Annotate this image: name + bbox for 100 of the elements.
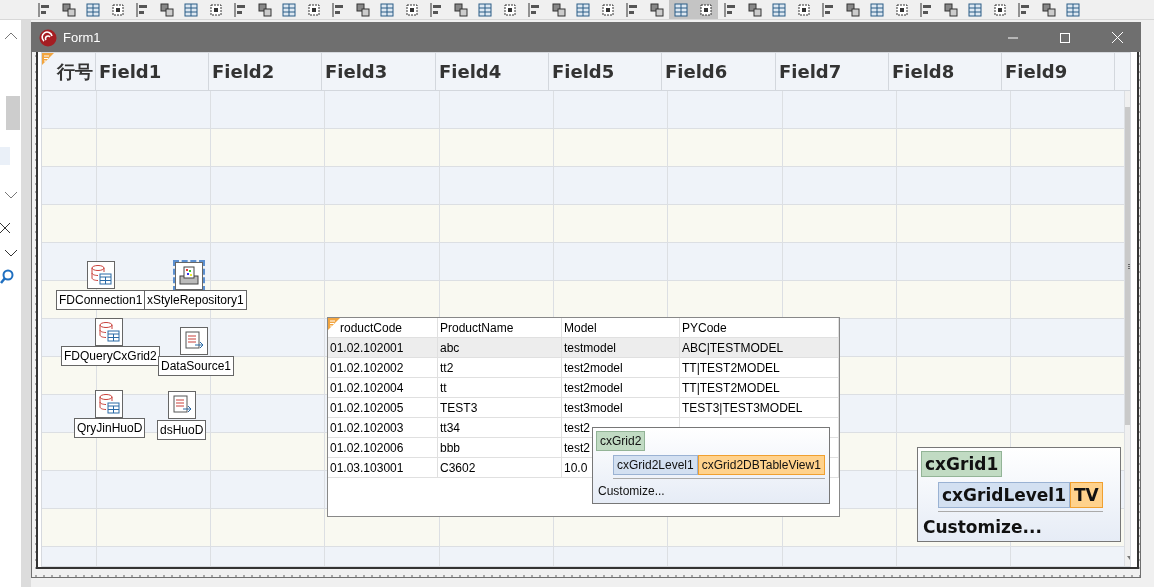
bars-icon xyxy=(332,2,345,17)
column-header[interactable]: Field8 xyxy=(889,53,1002,90)
grid-icon xyxy=(86,2,101,17)
column-header[interactable]: Field9 xyxy=(1002,53,1115,90)
table-cell: test2 xyxy=(564,440,590,455)
grid-node[interactable]: cxGrid2 xyxy=(596,431,646,451)
window-title: Form1 xyxy=(63,30,102,45)
table-cell: C3602 xyxy=(440,460,476,475)
table-cell: test2model xyxy=(564,360,623,375)
column-header[interactable]: Field5 xyxy=(549,53,662,90)
table-cell: 01.02.102005 xyxy=(330,400,404,415)
grid-row[interactable]: 01.02.102004 tt test2model TT|TEST2MODEL xyxy=(328,378,839,398)
table-cell: tt2 xyxy=(440,360,454,375)
table-cell: 10.0 xyxy=(564,460,588,475)
bars-icon xyxy=(528,2,541,17)
component-tile[interactable] xyxy=(95,390,123,418)
box-icon xyxy=(600,2,615,17)
table-cell: 01.02.102001 xyxy=(330,340,404,355)
minimize-icon xyxy=(1008,36,1018,39)
grid-icon xyxy=(380,2,395,17)
chevron-down-icon[interactable] xyxy=(4,249,18,257)
grid-icon xyxy=(478,2,493,17)
box-icon xyxy=(796,2,811,17)
bars-icon xyxy=(136,2,149,17)
bars-icon xyxy=(38,2,51,17)
component-label: dsHuoD xyxy=(157,420,207,440)
customize-link[interactable]: Customize... xyxy=(921,512,1117,541)
component-tile[interactable] xyxy=(168,391,196,419)
bars-icon xyxy=(822,2,835,17)
column-header[interactable]: 行号 xyxy=(54,53,96,90)
column-header[interactable]: ProductName xyxy=(438,318,562,337)
grid-row[interactable]: 01.02.102001 abc testmodel ABC|TESTMODEL xyxy=(328,338,839,358)
table-cell: TT|TEST2MODEL xyxy=(682,380,780,395)
column-header[interactable]: Field7 xyxy=(776,53,889,90)
grid-icon xyxy=(968,2,983,17)
column-header[interactable]: Field3 xyxy=(322,53,436,90)
customize-link[interactable]: Customize... xyxy=(596,479,826,503)
bars-icon xyxy=(626,2,639,17)
component-label: FDQueryCxGrid2 xyxy=(61,346,160,366)
datasource-icon xyxy=(183,330,205,352)
toolbar-button[interactable] xyxy=(693,0,718,19)
box-icon xyxy=(110,2,125,17)
view-node[interactable]: TV xyxy=(1070,482,1103,508)
datasource-icon xyxy=(171,394,193,416)
grid-row[interactable]: 01.02.102002 tt2 test2model TT|TEST2MODEL xyxy=(328,358,839,378)
component-label: QryJinHuoD xyxy=(74,418,146,438)
table-cell: 01.02.102003 xyxy=(330,420,404,435)
table-cell: test2 xyxy=(564,420,590,435)
database-icon xyxy=(98,393,120,415)
table-cell: ABC|TESTMODEL xyxy=(682,340,784,355)
table-cell: 01.02.102002 xyxy=(330,360,404,375)
grid-icon xyxy=(674,2,689,17)
table-cell: TEST3|TEST3MODEL xyxy=(682,400,803,415)
table-cell: test3model xyxy=(564,400,623,415)
database-icon xyxy=(90,264,112,286)
database-icon xyxy=(98,321,120,343)
level-node[interactable]: cxGridLevel1 xyxy=(938,482,1070,508)
table-cell: test2model xyxy=(564,380,623,395)
column-header[interactable]: Field4 xyxy=(436,53,549,90)
component-tile[interactable] xyxy=(175,262,203,290)
box-icon xyxy=(992,2,1007,17)
search-icon[interactable] xyxy=(0,269,14,285)
grid-icon xyxy=(870,2,885,17)
maximize-icon xyxy=(1060,32,1070,43)
box-icon xyxy=(698,2,713,17)
column-header[interactable]: Model xyxy=(562,318,680,337)
table-cell: bbb xyxy=(440,440,461,455)
box-icon xyxy=(502,2,517,17)
table-cell: TEST3 xyxy=(440,400,478,415)
view-node[interactable]: cxGrid2DBTableView1 xyxy=(697,455,825,475)
table-cell: TT|TEST2MODEL xyxy=(682,360,780,375)
component-tile[interactable] xyxy=(180,327,208,355)
component-tile[interactable] xyxy=(95,318,123,346)
table-cell: 01.03.103001 xyxy=(330,460,404,475)
component-label: DataSource1 xyxy=(158,356,235,376)
bars-icon xyxy=(430,2,443,17)
table-cell: abc xyxy=(440,340,460,355)
box-icon xyxy=(894,2,909,17)
bars-icon xyxy=(920,2,933,17)
column-header[interactable]: Field1 xyxy=(96,53,209,90)
grid-row[interactable]: 01.02.102005 TEST3 test3model TEST3|TEST3MODEL xyxy=(328,398,839,418)
printer-icon xyxy=(178,265,200,287)
chevron-up-icon[interactable] xyxy=(4,32,18,40)
table-cell: 01.02.102006 xyxy=(330,440,404,455)
table-cell: tt xyxy=(440,380,447,395)
bars-icon xyxy=(724,2,737,17)
close-icon xyxy=(1111,32,1123,43)
bars-icon xyxy=(1018,2,1031,17)
column-header[interactable]: Field6 xyxy=(662,53,776,90)
level-node[interactable]: cxGrid2Level1 xyxy=(613,455,698,475)
column-header[interactable]: PYCode xyxy=(680,318,839,337)
app-logo-icon xyxy=(39,28,57,47)
scrollbar-thumb[interactable] xyxy=(6,96,20,130)
component-label: FDConnection1 xyxy=(56,290,146,310)
table-cell: 01.02.102004 xyxy=(330,380,404,395)
column-header[interactable]: Field2 xyxy=(209,53,322,90)
grid-node[interactable]: cxGrid1 xyxy=(921,451,1003,477)
column-header[interactable]: roductCode xyxy=(340,318,438,337)
close-icon[interactable] xyxy=(0,223,10,233)
component-tile[interactable] xyxy=(87,261,115,289)
